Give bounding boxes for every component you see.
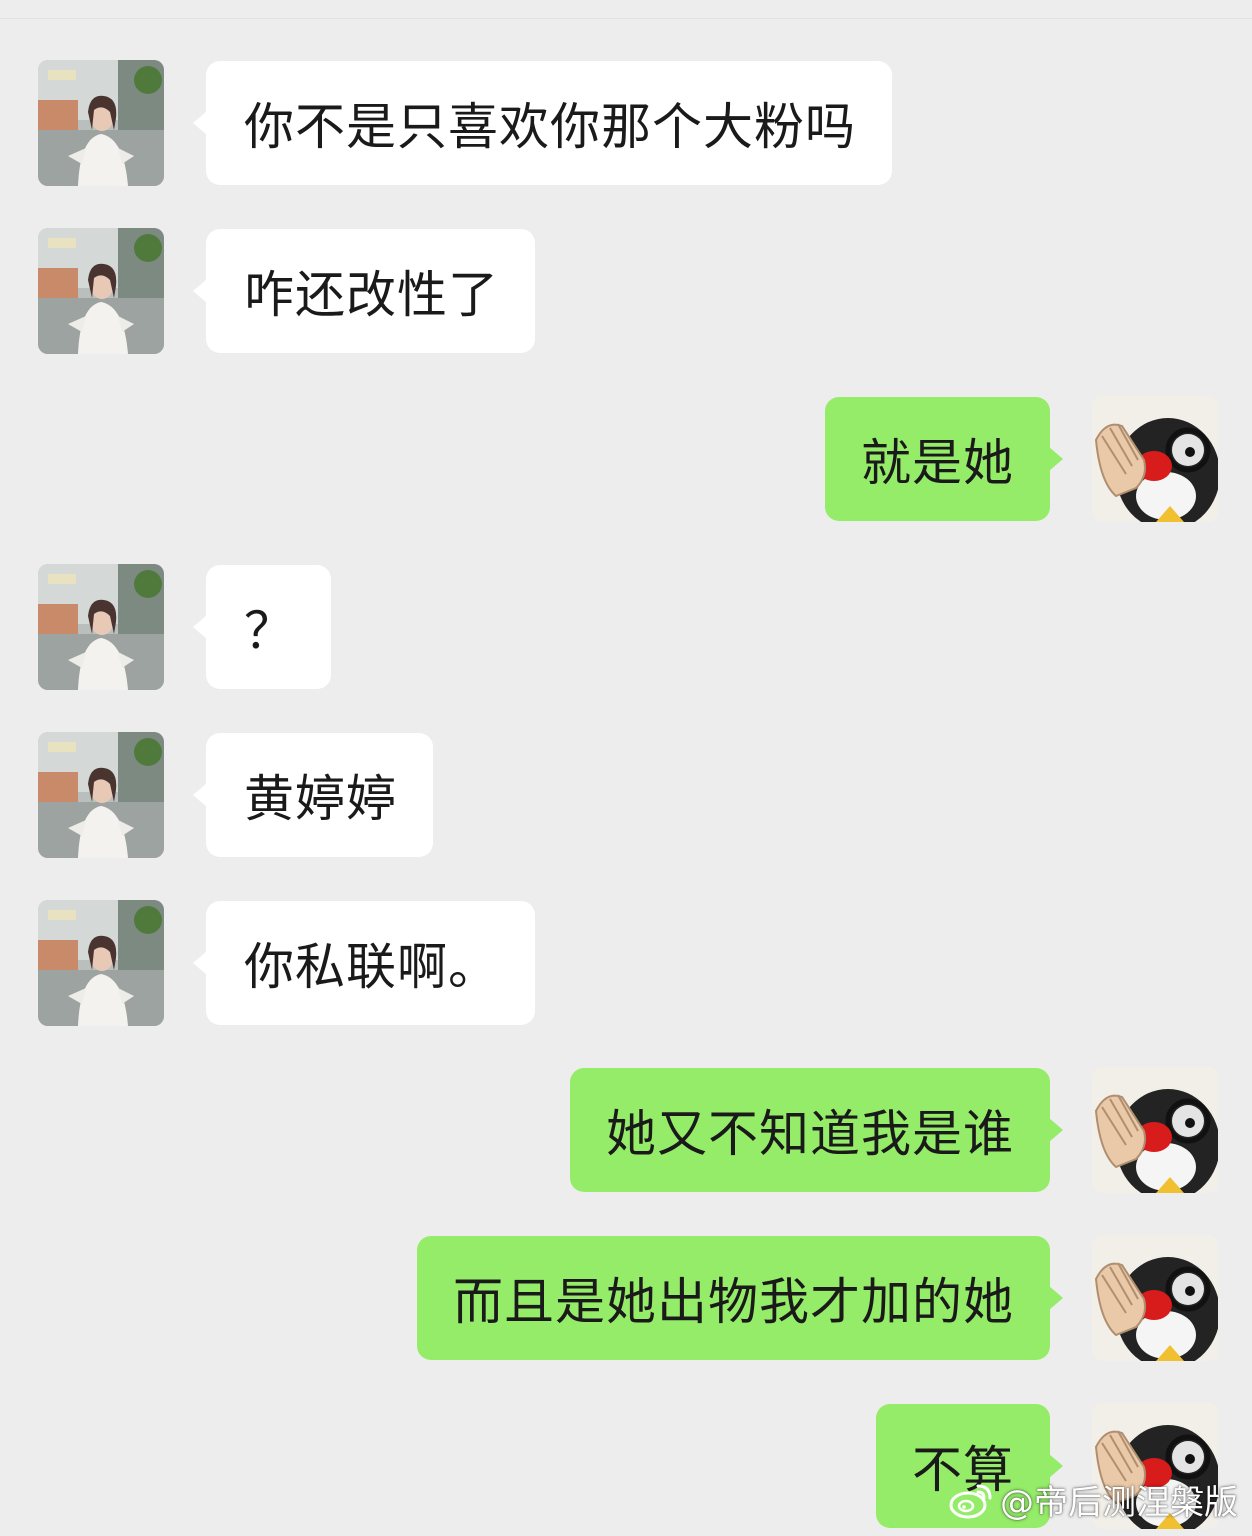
outgoing-message-bubble[interactable]: 而且是她出物我才加的她 [417, 1236, 1063, 1360]
message-text: ？ [244, 602, 295, 660]
message-text: 而且是她出物我才加的她 [453, 1273, 1014, 1331]
watermark: @帝后测涅槃版 [948, 1475, 1238, 1524]
incoming-message-bubble[interactable]: 咋还改性了 [193, 229, 535, 353]
watermark-text: @帝后测涅槃版 [1000, 1483, 1238, 1523]
person-photo-icon [38, 60, 164, 186]
message-text: 就是她 [861, 434, 1014, 492]
weibo-icon [949, 1484, 992, 1518]
message-text: 她又不知道我是谁 [606, 1105, 1014, 1163]
message-text: 你私联啊。 [244, 938, 499, 996]
top-divider [0, 18, 1252, 19]
outgoing-message-bubble[interactable]: 她又不知道我是谁 [570, 1068, 1063, 1192]
contact-avatar[interactable] [38, 564, 164, 690]
message-text: 咋还改性了 [244, 266, 499, 324]
contact-avatar[interactable] [38, 60, 164, 186]
incoming-message-bubble[interactable]: 你私联啊。 [193, 901, 535, 1025]
contact-avatar[interactable] [38, 900, 164, 1026]
penguin-facepalm-icon [1092, 1067, 1218, 1193]
incoming-message-bubble[interactable]: ？ [193, 565, 331, 689]
outgoing-message-bubble[interactable]: 就是她 [825, 397, 1063, 521]
self-avatar[interactable] [1092, 1235, 1218, 1361]
person-photo-icon [38, 732, 164, 858]
message-text: 黄婷婷 [244, 770, 397, 828]
self-avatar[interactable] [1092, 396, 1218, 522]
message-text: 你不是只喜欢你那个大粉吗 [244, 98, 856, 156]
penguin-facepalm-icon [1092, 1235, 1218, 1361]
contact-avatar[interactable] [38, 228, 164, 354]
person-photo-icon [38, 564, 164, 690]
incoming-message-bubble[interactable]: 你不是只喜欢你那个大粉吗 [193, 61, 892, 185]
contact-avatar[interactable] [38, 732, 164, 858]
person-photo-icon [38, 228, 164, 354]
penguin-facepalm-icon [1092, 396, 1218, 522]
person-photo-icon [38, 900, 164, 1026]
self-avatar[interactable] [1092, 1067, 1218, 1193]
incoming-message-bubble[interactable]: 黄婷婷 [193, 733, 433, 857]
